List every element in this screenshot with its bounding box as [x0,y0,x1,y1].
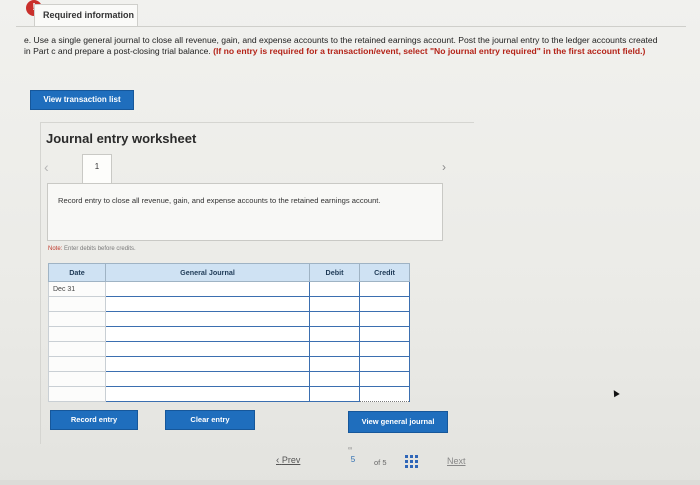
credit-input[interactable] [359,341,410,357]
header-debit: Debit [309,263,360,282]
credit-input[interactable] [359,326,410,342]
account-input[interactable] [105,386,310,402]
table-row: Dec 31 [48,281,410,297]
table-row [48,311,410,327]
debit-input[interactable] [309,326,360,342]
note: Note: Enter debits before credits. [48,246,136,252]
credit-input[interactable] [359,311,410,327]
divider [16,26,686,27]
note-label: Note: [48,246,63,252]
table-row [48,386,410,402]
prev-label: Prev [281,455,301,465]
chevron-right-icon[interactable]: › [442,160,446,174]
date-cell [48,311,106,327]
credit-input[interactable] [359,356,410,372]
account-input[interactable] [105,326,310,342]
table-row [48,296,410,312]
view-transaction-list-button[interactable]: View transaction list [30,90,134,110]
account-input[interactable] [105,296,310,312]
entry-description-box [47,183,443,241]
header-credit: Credit [359,263,410,282]
entry-description: Record entry to close all revenue, gain,… [58,196,381,205]
table-row [48,326,410,342]
credit-input[interactable] [359,386,410,402]
debit-input[interactable] [309,386,360,402]
required-information-tab[interactable]: Required information [34,4,138,26]
chevron-left-icon[interactable]: ‹ [44,159,49,175]
instruction-text: e. Use a single general journal to close… [24,35,664,57]
table-header-row: Date General Journal Debit Credit [48,263,410,282]
account-input[interactable] [105,356,310,372]
table-row [48,371,410,387]
prev-button[interactable]: ‹ Prev [276,455,300,466]
record-entry-button[interactable]: Record entry [50,410,138,430]
account-input[interactable] [105,371,310,387]
date-cell [48,386,106,402]
link-icon: ∞ [348,446,353,452]
date-cell [48,341,106,357]
page-total: of 5 [374,458,387,467]
entry-tab-1[interactable]: 1 [82,154,112,184]
debit-input[interactable] [309,281,360,297]
debit-input[interactable] [309,371,360,387]
date-cell [48,356,106,372]
account-input[interactable] [105,311,310,327]
account-input[interactable] [105,281,310,297]
debit-input[interactable] [309,296,360,312]
view-general-journal-button[interactable]: View general journal [348,411,448,433]
journal-table: Date General Journal Debit Credit Dec 31 [48,263,410,402]
current-page[interactable]: 5 [346,455,360,464]
account-input[interactable] [105,341,310,357]
table-row [48,341,410,357]
date-cell: Dec 31 [48,281,106,297]
debit-input[interactable] [309,311,360,327]
debit-input[interactable] [309,341,360,357]
credit-input[interactable] [359,371,410,387]
credit-input[interactable] [359,281,410,297]
table-row [48,356,410,372]
instruction-bold: (If no entry is required for a transacti… [213,46,646,56]
date-cell [48,326,106,342]
worksheet-title: Journal entry worksheet [46,131,197,146]
date-cell [48,371,106,387]
next-button[interactable]: Next [447,456,466,466]
date-cell [48,296,106,312]
debit-input[interactable] [309,356,360,372]
bottom-edge [0,480,700,485]
header-general-journal: General Journal [105,263,310,282]
note-text: Enter debits before credits. [62,246,136,252]
chevron-left-icon: ‹ [276,455,280,466]
grid-icon[interactable] [405,455,419,468]
header-date: Date [48,263,106,282]
clear-entry-button[interactable]: Clear entry [165,410,255,430]
credit-input[interactable] [359,296,410,312]
